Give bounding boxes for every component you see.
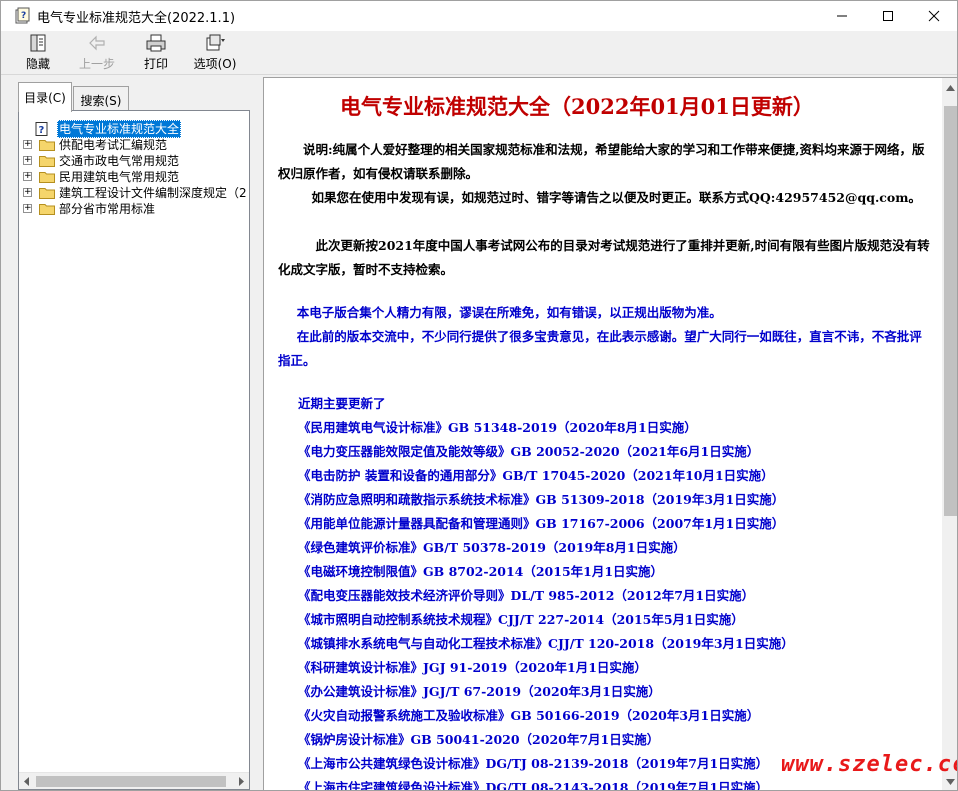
scroll-down-icon[interactable]	[946, 778, 955, 786]
tree-item-label: 供配电考试汇编规范	[59, 138, 168, 152]
update-item: 《锅炉房设计标准》GB 50041-2020（2020年7月1日实施）	[298, 732, 660, 747]
options-label: 选项(O)	[193, 57, 237, 71]
tab-contents[interactable]: 目录(C)	[18, 82, 72, 112]
tree-item-folder[interactable]: + 交通市政电气常用规范	[19, 153, 247, 169]
scrollbar-thumb[interactable]	[944, 106, 957, 516]
expand-icon[interactable]: +	[23, 156, 32, 165]
contact-paragraph: 如果您在使用中发现有误，如规范过时、错字等请告之以便及时更正。联系方式QQ:42…	[311, 190, 921, 205]
scrollbar-thumb[interactable]	[36, 776, 226, 787]
expand-icon[interactable]: +	[23, 140, 32, 149]
tree-item-folder[interactable]: + 建筑工程设计文件编制深度规定（2	[19, 185, 247, 201]
tree-item-folder[interactable]: + 部分省市常用标准	[19, 201, 247, 217]
watermark-text: www.szelec.cc	[781, 752, 958, 777]
scroll-left-icon[interactable]	[23, 777, 31, 786]
tree-item-label: 民用建筑电气常用规范	[59, 170, 180, 184]
folder-icon	[39, 188, 55, 199]
update-item: 《绿色建筑评价标准》GB/T 50378-2019（2019年8月1日实施）	[298, 540, 686, 555]
update-note-paragraph: 此次更新按2021年度中国人事考试网公布的目录对考试规范进行了重排并更新,时间有…	[278, 238, 930, 277]
tree-item-root[interactable]: ? 电气专业标准规范大全	[19, 120, 247, 138]
update-item: 《电力变压器能效限定值及能效等级》GB 20052-2020（2021年6月1日…	[298, 444, 760, 459]
update-item: 《办公建筑设计标准》JGJ/T 67-2019（2020年3月1日实施）	[298, 684, 661, 699]
tree-item-folder[interactable]: + 供配电考试汇编规范	[19, 137, 247, 153]
recent-updates-heading: 近期主要更新了	[298, 396, 386, 411]
expand-icon[interactable]: +	[23, 172, 32, 181]
update-item: 《用能单位能源计量器具配备和管理通则》GB 17167-2006（2007年1月…	[298, 516, 785, 531]
hide-pane-icon	[30, 34, 46, 52]
topic-content: 电气专业标准规范大全（2022年01月01日更新） 说明:纯属个人爱好整理的相关…	[263, 77, 957, 791]
minimize-button[interactable]	[819, 1, 865, 31]
scroll-up-icon[interactable]	[946, 84, 955, 92]
page-title: 电气专业标准规范大全（2022年01月01日更新）	[340, 94, 814, 119]
folder-icon	[39, 204, 55, 215]
disclaimer-paragraph: 本电子版合集个人精力有限，谬误在所难免，如有错误，以正规出版物为准。	[296, 305, 722, 320]
scroll-right-icon[interactable]	[237, 777, 245, 786]
folder-icon	[39, 140, 55, 151]
navigation-pane: 目录(C) 搜索(S) ? 电气专业标准规范大全 + 供配电考试汇编规范 + 交…	[11, 77, 254, 790]
back-arrow-icon	[89, 35, 105, 51]
maximize-icon	[883, 11, 893, 21]
update-item: 《科研建筑设计标准》JGJ 91-2019（2020年1月1日实施）	[298, 660, 647, 675]
folder-icon	[39, 156, 55, 167]
tree-item-label: 交通市政电气常用规范	[59, 154, 180, 168]
help-topic-icon: ?	[35, 122, 48, 136]
expand-icon[interactable]: +	[23, 204, 32, 213]
update-item: 《电磁环境控制限值》GB 8702-2014（2015年1月1日实施）	[298, 564, 664, 579]
print-label: 打印	[143, 57, 168, 71]
print-button[interactable]: 打印	[130, 33, 182, 73]
tab-search[interactable]: 搜索(S)	[73, 86, 129, 110]
tab-search-label: 搜索(S)	[80, 94, 122, 108]
description-paragraph: 说明:纯属个人爱好整理的相关国家规范标准和法规，希望能给大家的学习和工作带来便捷…	[278, 142, 925, 181]
back-label: 上一步	[78, 57, 115, 71]
svg-text:?: ?	[39, 125, 45, 136]
update-item: 《城市照明自动控制系统技术规程》CJJ/T 227-2014（2015年5月1日…	[298, 612, 744, 627]
back-button[interactable]: 上一步	[71, 33, 123, 73]
title-bar: ? 电气专业标准规范大全(2022.1.1)	[1, 1, 957, 31]
options-icon	[206, 34, 225, 51]
update-item: 《火灾自动报警系统施工及验收标准》GB 50166-2019（2020年3月1日…	[298, 708, 760, 723]
hide-button[interactable]: 隐藏	[12, 33, 64, 73]
svg-text:?: ?	[21, 11, 26, 21]
window-title: 电气专业标准规范大全(2022.1.1)	[37, 11, 236, 26]
tree-item-folder[interactable]: + 民用建筑电气常用规范	[19, 169, 247, 185]
hide-label: 隐藏	[25, 57, 50, 71]
update-item: 《电击防护 装置和设备的通用部分》GB/T 17045-2020（2021年10…	[298, 468, 774, 483]
help-book-icon: ?	[15, 7, 30, 24]
tree-item-label: 建筑工程设计文件编制深度规定（2	[59, 186, 247, 200]
toolbar: 隐藏 上一步 打印 选项(O)	[1, 31, 957, 75]
update-item: 《民用建筑电气设计标准》GB 51348-2019（2020年8月1日实施）	[298, 420, 697, 435]
update-item: 《上海市住宅建筑绿色设计标准》DG/TJ 08-2143-2018（2019年7…	[298, 780, 769, 791]
tree-item-label: 电气专业标准规范大全	[57, 120, 182, 138]
thanks-paragraph: 在此前的版本交流中，不少同行提供了很多宝贵意见，在此表示感谢。望广大同行一如既往…	[278, 329, 922, 368]
minimize-icon	[837, 15, 847, 17]
expand-icon[interactable]: +	[23, 188, 32, 197]
tree-item-label: 部分省市常用标准	[59, 202, 156, 216]
update-item: 《消防应急照明和疏散指示系统技术标准》GB 51309-2018（2019年3月…	[298, 492, 785, 507]
close-icon	[928, 10, 940, 22]
help-window: ? 电气专业标准规范大全(2022.1.1) 隐藏 上一步 打印 选项(O) 目…	[0, 0, 958, 791]
tab-contents-label: 目录(C)	[24, 91, 66, 105]
maximize-button[interactable]	[865, 1, 911, 31]
folder-icon	[39, 172, 55, 183]
contents-tree: ? 电气专业标准规范大全 + 供配电考试汇编规范 + 交通市政电气常用规范 + …	[18, 110, 250, 790]
update-item: 《配电变压器能效技术经济评价导则》DL/T 985-2012（2012年7月1日…	[298, 588, 755, 603]
update-item: 《上海市公共建筑绿色设计标准》DG/TJ 08-2139-2018（2019年7…	[298, 756, 769, 771]
close-button[interactable]	[911, 1, 957, 31]
printer-icon	[146, 34, 166, 52]
update-item: 《城镇排水系统电气与自动化工程技术标准》CJJ/T 120-2018（2019年…	[298, 636, 794, 651]
options-button[interactable]: 选项(O)	[189, 33, 241, 73]
horizontal-scrollbar[interactable]	[19, 772, 249, 789]
vertical-scrollbar[interactable]	[942, 78, 957, 790]
